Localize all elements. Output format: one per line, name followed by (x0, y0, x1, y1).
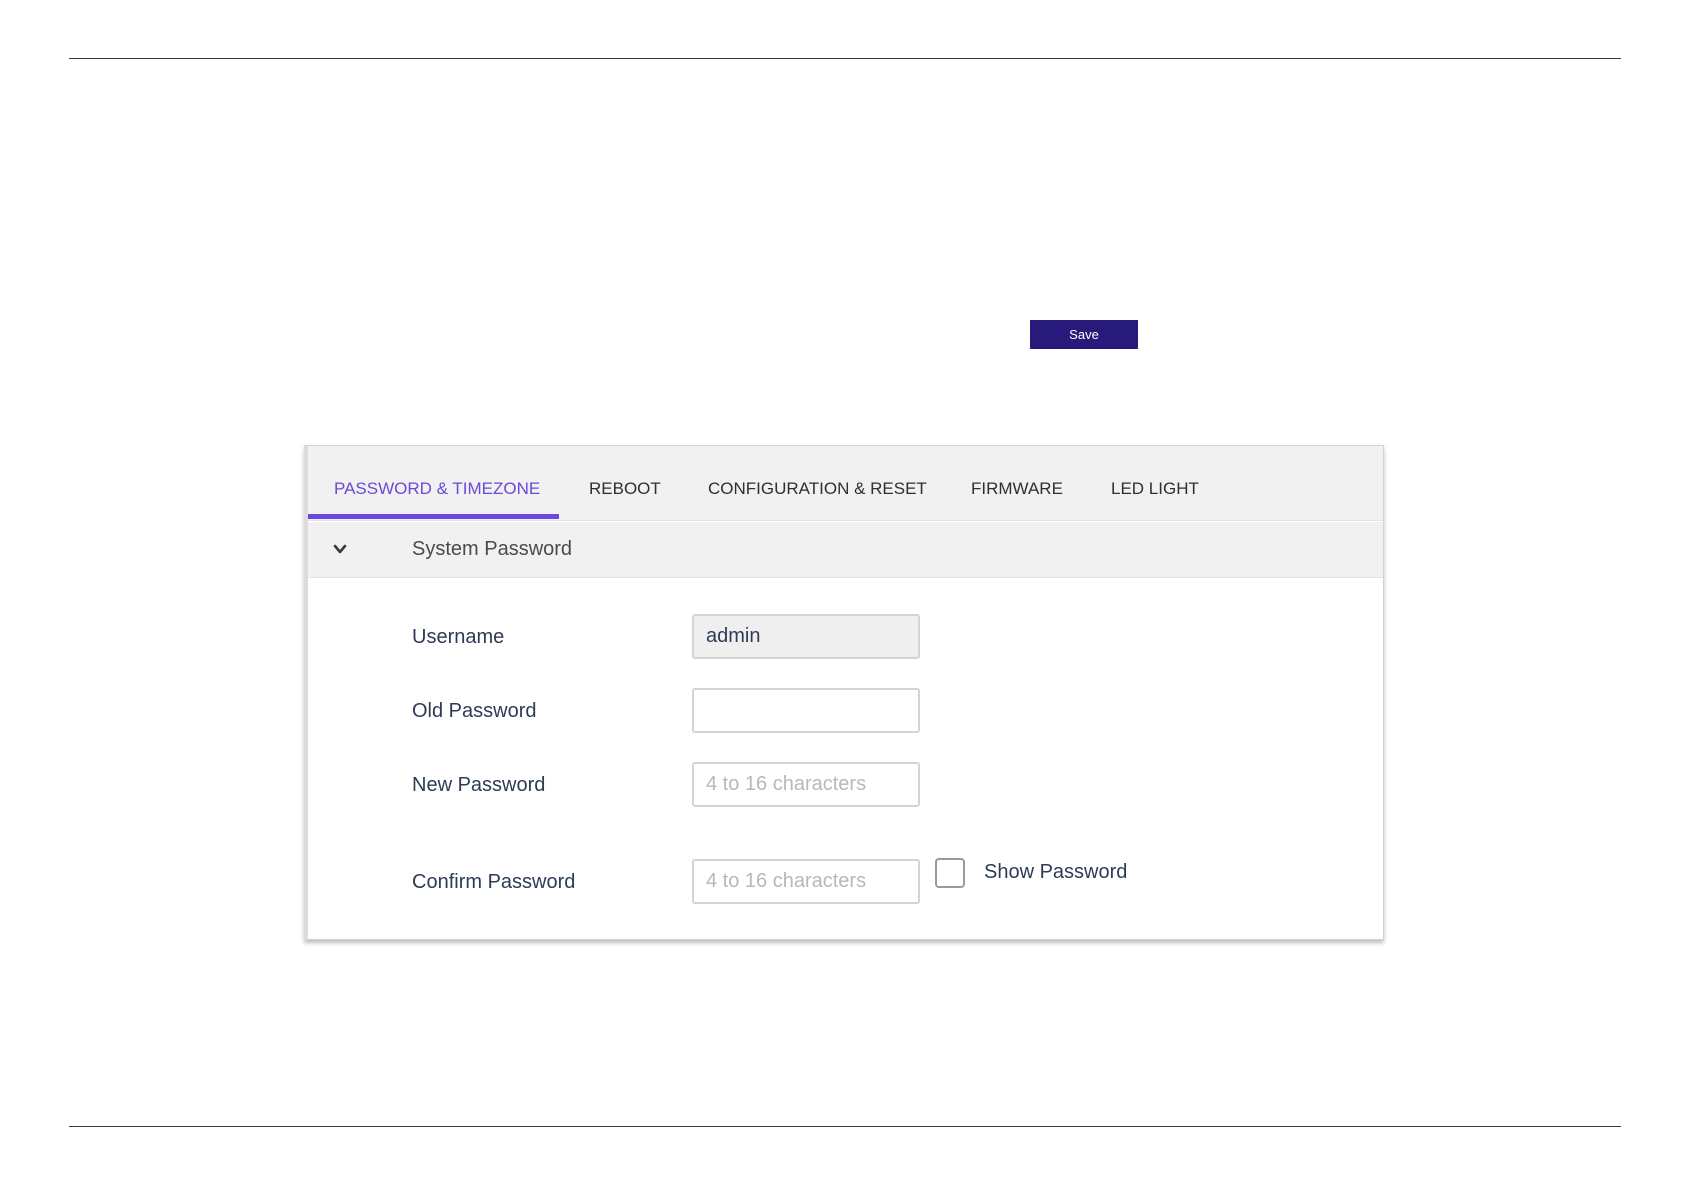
new-password-label: New Password (412, 774, 546, 796)
confirm-password-label: Confirm Password (412, 871, 576, 893)
new-password-field[interactable] (692, 762, 920, 807)
tab-bar: PASSWORD & TIMEZONE REBOOT CONFIGURATION… (308, 446, 1383, 521)
system-password-section-header[interactable]: System Password (308, 522, 1383, 578)
tab-password-timezone[interactable]: PASSWORD & TIMEZONE (334, 446, 540, 520)
show-password-label[interactable]: Show Password (984, 861, 1127, 884)
username-field[interactable] (692, 614, 920, 659)
old-password-label: Old Password (412, 700, 537, 722)
tab-firmware[interactable]: FIRMWARE (971, 446, 1063, 520)
old-password-field[interactable] (692, 688, 920, 733)
confirm-password-field[interactable] (692, 859, 920, 904)
active-tab-indicator (308, 514, 559, 519)
settings-panel: PASSWORD & TIMEZONE REBOOT CONFIGURATION… (304, 445, 1384, 940)
show-password-checkbox[interactable] (935, 858, 965, 888)
tab-configuration-reset[interactable]: CONFIGURATION & RESET (708, 446, 927, 520)
top-divider (69, 58, 1621, 59)
bottom-divider (69, 1126, 1621, 1127)
chevron-down-icon[interactable] (333, 542, 347, 556)
tab-reboot[interactable]: REBOOT (589, 446, 661, 520)
save-button[interactable]: Save (1030, 320, 1138, 349)
section-title: System Password (412, 538, 573, 560)
username-label: Username (412, 626, 505, 648)
page: Save PASSWORD & TIMEZONE REBOOT CONFIGUR… (0, 0, 1684, 1191)
tab-led-light[interactable]: LED LIGHT (1111, 446, 1199, 520)
